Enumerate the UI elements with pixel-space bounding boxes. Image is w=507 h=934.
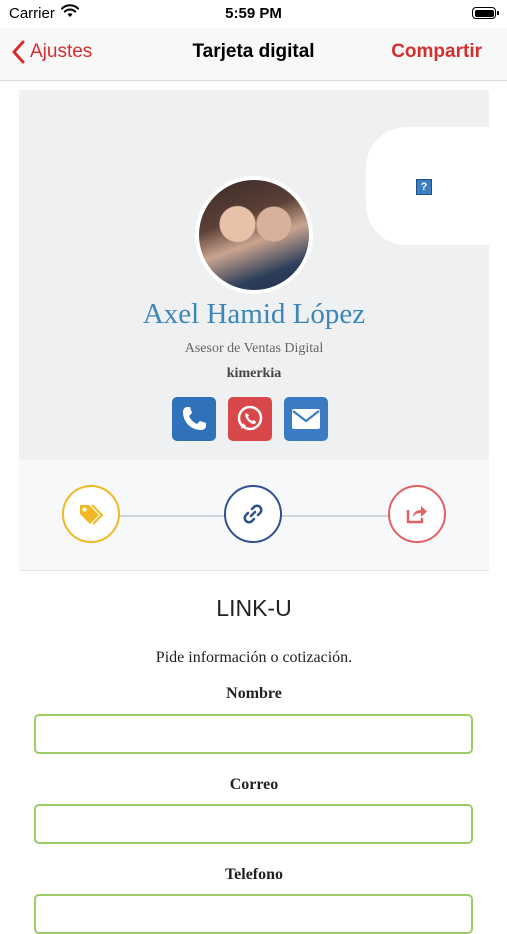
share-card-button[interactable] — [388, 485, 446, 543]
avatar-photo — [199, 180, 309, 290]
share-icon — [406, 506, 427, 524]
link-icon — [243, 504, 263, 524]
tag-icon — [80, 504, 104, 525]
email-label: Correo — [229, 776, 279, 793]
chevron-left-icon — [12, 40, 25, 64]
battery-fill — [474, 9, 494, 17]
phone-field[interactable] — [34, 894, 473, 934]
contact-buttons — [172, 397, 340, 441]
form-subtitle: Pide información o cotización. — [155, 649, 353, 666]
digital-card: ? Axel Hamid López Asesor de Ventas Digi… — [19, 90, 489, 934]
offers-button[interactable] — [62, 485, 120, 543]
whatsapp-button[interactable] — [228, 397, 272, 441]
action-strip — [19, 460, 489, 571]
phone-label: Telefono — [224, 866, 284, 883]
back-label: Ajustes — [30, 41, 93, 62]
nav-bar: Ajustes Tarjeta digital Compartir — [0, 28, 507, 81]
profile-role: Asesor de Ventas Digital — [184, 341, 324, 356]
envelope-icon — [292, 409, 320, 429]
link-button[interactable] — [224, 485, 282, 543]
share-button[interactable]: Compartir — [391, 41, 482, 63]
profile-section: ? Axel Hamid López Asesor de Ventas Digi… — [19, 90, 489, 460]
broken-image-icon: ? — [416, 179, 432, 195]
back-button[interactable]: Ajustes — [12, 40, 92, 64]
battery-nub — [497, 11, 499, 15]
webview-content: ? Axel Hamid López Asesor de Ventas Digi… — [0, 81, 507, 934]
contact-form: LINK-U Pide información o cotización. No… — [19, 571, 489, 934]
status-bar: Carrier 5:59 PM — [0, 0, 507, 28]
clock: 5:59 PM — [225, 5, 282, 22]
call-button[interactable] — [172, 397, 216, 441]
profile-company: kimerkia — [226, 366, 282, 381]
avatar — [195, 176, 313, 294]
phone-icon — [183, 407, 206, 430]
whatsapp-icon — [237, 405, 263, 431]
name-label: Nombre — [226, 685, 282, 702]
email-button[interactable] — [284, 397, 328, 441]
form-title: LINK-U — [216, 595, 292, 621]
battery-icon — [472, 7, 499, 19]
name-field[interactable] — [34, 714, 473, 754]
profile-name: Axel Hamid López — [142, 298, 366, 330]
qr-code-placeholder: ? — [366, 127, 489, 245]
email-field[interactable] — [34, 804, 473, 844]
